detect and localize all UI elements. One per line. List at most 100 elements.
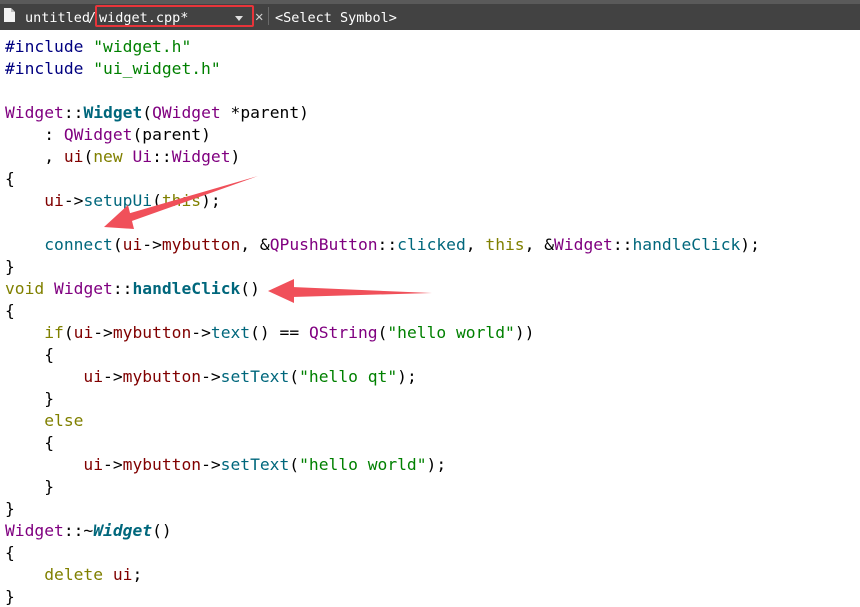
code-token: :: xyxy=(152,147,172,166)
project-name[interactable]: untitled xyxy=(25,10,90,27)
code-token: Widget xyxy=(83,103,143,122)
code-token: () xyxy=(152,521,172,540)
code-token: -> xyxy=(103,455,123,474)
code-token: ( xyxy=(112,235,123,254)
select-symbol-dropdown[interactable]: <Select Symbol> xyxy=(275,10,397,27)
code-token: mybutton xyxy=(161,235,241,254)
code-token: ( xyxy=(152,191,162,210)
code-line[interactable]: { xyxy=(5,300,760,322)
code-token: } xyxy=(5,389,55,408)
code-line[interactable]: #include "widget.h" xyxy=(5,36,760,58)
code-token: : xyxy=(5,125,64,144)
code-token: Widget xyxy=(554,235,613,254)
code-line[interactable]: } xyxy=(5,388,760,410)
code-editor[interactable]: #include "widget.h" #include "ui_widget.h… xyxy=(0,30,860,607)
file-icon xyxy=(4,8,15,22)
code-token: ui xyxy=(112,565,133,584)
code-token: -> xyxy=(201,367,221,386)
code-token: ) xyxy=(201,125,211,144)
code-text[interactable]: #include "widget.h" #include "ui_widget.h… xyxy=(5,36,760,607)
code-token: setText xyxy=(220,367,290,386)
code-line[interactable]: Widget::Widget(QWidget *parent) xyxy=(5,102,760,124)
code-line[interactable] xyxy=(5,80,760,102)
code-token: if xyxy=(44,323,64,342)
code-token: ( xyxy=(289,455,300,474)
code-token: :: xyxy=(63,103,84,122)
code-line[interactable]: connect(ui->mybutton, &QPushButton::clic… xyxy=(5,234,760,256)
code-token: ui xyxy=(44,191,64,210)
code-token: , & xyxy=(240,235,270,254)
code-line[interactable]: , ui(new Ui::Widget) xyxy=(5,146,760,168)
code-token: () xyxy=(240,279,260,298)
toolbar-divider xyxy=(268,7,269,25)
code-token: } xyxy=(5,477,55,496)
code-token: clicked xyxy=(397,235,466,254)
code-token: Widget xyxy=(54,279,113,298)
code-token: connect xyxy=(44,235,113,254)
code-token: Ui xyxy=(132,147,153,166)
code-token: , & xyxy=(524,235,555,254)
code-token: -> xyxy=(201,455,221,474)
code-token: -> xyxy=(191,323,211,342)
code-token: } xyxy=(5,587,15,606)
code-token: ::~ xyxy=(63,521,94,540)
code-token: ) xyxy=(230,147,241,166)
code-token: :: xyxy=(377,235,398,254)
code-token: new xyxy=(93,147,123,166)
code-token: "ui_widget.h" xyxy=(93,59,221,78)
code-line[interactable]: if(ui->mybutton->text() == QString("hell… xyxy=(5,322,760,344)
code-token: handleClick xyxy=(132,279,241,298)
code-line[interactable]: { xyxy=(5,542,760,564)
code-token: "widget.h" xyxy=(93,37,192,56)
code-line[interactable]: void Widget::handleClick() xyxy=(5,278,760,300)
code-token: -> xyxy=(103,367,123,386)
code-line[interactable]: : QWidget(parent) xyxy=(5,124,760,146)
code-line[interactable]: else xyxy=(5,410,760,432)
code-line[interactable]: } xyxy=(5,476,760,498)
code-line[interactable]: } xyxy=(5,256,760,278)
code-token: QWidget xyxy=(152,103,221,122)
code-token: { xyxy=(5,543,15,562)
code-token: QWidget xyxy=(63,125,133,144)
code-line[interactable]: Widget::~Widget() xyxy=(5,520,760,542)
open-file-name: widget.cpp* xyxy=(99,10,189,26)
code-line[interactable]: #include "ui_widget.h" xyxy=(5,58,760,80)
code-token: setText xyxy=(220,455,290,474)
code-token: "hello qt" xyxy=(299,367,398,386)
code-token: ) xyxy=(299,103,309,122)
code-token: , xyxy=(465,235,486,254)
close-document-button[interactable]: ✕ xyxy=(255,9,263,26)
code-line[interactable]: } xyxy=(5,498,760,520)
code-token: handleClick xyxy=(632,235,741,254)
code-line[interactable]: delete ui; xyxy=(5,564,760,586)
editor-toolbar: untitled / widget.cpp* ✕ <Select Symbol> xyxy=(0,0,860,30)
code-token: ui xyxy=(83,367,104,386)
code-line[interactable]: } xyxy=(5,586,760,607)
code-token: ui xyxy=(63,147,84,166)
code-token: setupUi xyxy=(83,191,153,210)
code-line[interactable]: ui->mybutton->setText("hello qt"); xyxy=(5,366,760,388)
code-line[interactable]: ui->mybutton->setText("hello world"); xyxy=(5,454,760,476)
code-token: { xyxy=(5,433,55,452)
code-line[interactable] xyxy=(5,212,760,234)
code-token: ( xyxy=(63,323,74,342)
window-top-strip xyxy=(0,0,860,4)
code-token: )) xyxy=(514,323,535,342)
code-token: parent xyxy=(240,103,300,122)
code-token: ( xyxy=(83,147,94,166)
code-line[interactable]: { xyxy=(5,344,760,366)
open-file-dropdown[interactable]: widget.cpp* xyxy=(95,5,254,27)
code-token: "hello world" xyxy=(299,455,427,474)
code-line[interactable]: ui->setupUi(this); xyxy=(5,190,760,212)
code-line[interactable]: { xyxy=(5,168,760,190)
code-token: ui xyxy=(122,235,143,254)
code-token: } xyxy=(5,499,15,518)
code-line[interactable]: { xyxy=(5,432,760,454)
